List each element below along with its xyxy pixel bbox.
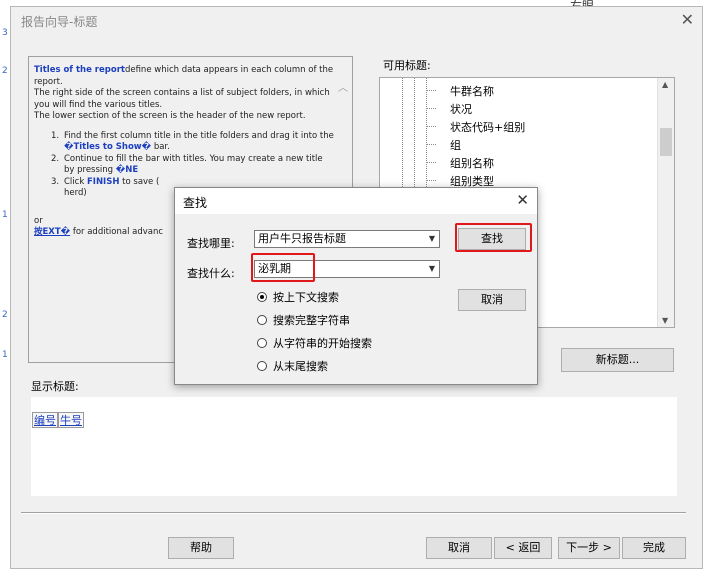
find-where-select[interactable]: 用户牛只报告标题 ▼ [254, 230, 440, 248]
tree-scrollbar[interactable]: ▲ ▼ [657, 78, 674, 327]
dialog-title: 报告向导-标题 [21, 15, 98, 29]
tree-item[interactable]: 状态代码+组别 [450, 119, 525, 135]
scroll-up-icon[interactable]: ▲ [662, 80, 668, 89]
new-title-button[interactable]: 新标题... [561, 348, 674, 372]
help-step: 1. Find the first column title in the tit… [51, 130, 334, 153]
help-step: 2. Continue to fill the bar with titles. … [51, 153, 323, 176]
scroll-down-icon[interactable]: ▼ [662, 316, 668, 325]
find-dialog: 查找 ✕ 查找哪里: 用户牛只报告标题 ▼ 查找什么: 泌乳期 ▼ 查找 取消 … [174, 187, 538, 385]
find-what-label: 查找什么: [187, 267, 235, 280]
find-where-label: 查找哪里: [187, 237, 235, 250]
chevron-up-icon[interactable]: ︿ [338, 79, 348, 94]
chevron-down-icon[interactable]: ▼ [425, 261, 439, 277]
tree-item[interactable]: 组别名称 [450, 155, 494, 171]
highlight-find-input [251, 253, 315, 282]
finish-button[interactable]: 完成 [622, 537, 686, 559]
find-titlebar: 查找 ✕ [175, 188, 537, 214]
shown-column-header[interactable]: 编号 [32, 412, 58, 428]
radio-icon[interactable] [257, 315, 267, 325]
shown-titles-area[interactable] [31, 397, 677, 496]
next-button[interactable]: 下一步 > [558, 537, 620, 559]
find-dialog-title: 查找 [183, 196, 208, 210]
tree-item[interactable]: 牛群名称 [450, 83, 494, 99]
help-button[interactable]: 帮助 [168, 537, 234, 559]
tree-item[interactable]: 组 [450, 137, 461, 153]
available-titles-label: 可用标题: [383, 59, 431, 72]
highlight-find-button [455, 223, 532, 252]
scroll-thumb[interactable] [660, 128, 672, 156]
close-icon[interactable]: ✕ [681, 10, 694, 29]
shown-titles-label: 显示标题: [31, 380, 79, 393]
help-link-titles[interactable]: Titles of the report [34, 65, 125, 75]
help-link-ext[interactable]: 按EXT� [34, 227, 70, 237]
chevron-down-icon[interactable]: ▼ [425, 231, 439, 247]
tree-item[interactable]: 状况 [450, 101, 472, 117]
search-option-radio[interactable]: 从字符串的开始搜索 [257, 335, 372, 351]
find-cancel-button[interactable]: 取消 [458, 289, 526, 311]
shown-column-header[interactable]: 牛号 [58, 412, 84, 428]
search-option-radio[interactable]: 搜索完整字符串 [257, 312, 350, 328]
search-option-radio[interactable]: 按上下文搜索 [257, 289, 339, 305]
radio-checked-icon[interactable] [257, 292, 267, 302]
search-option-radio[interactable]: 从末尾搜索 [257, 358, 328, 374]
background-left-strip: 3 2 1 2 1 [0, 10, 10, 569]
radio-icon[interactable] [257, 361, 267, 371]
divider [21, 512, 686, 514]
cancel-button[interactable]: 取消 [426, 537, 492, 559]
radio-icon[interactable] [257, 338, 267, 348]
back-button[interactable]: < 返回 [494, 537, 552, 559]
close-icon[interactable]: ✕ [516, 191, 529, 209]
